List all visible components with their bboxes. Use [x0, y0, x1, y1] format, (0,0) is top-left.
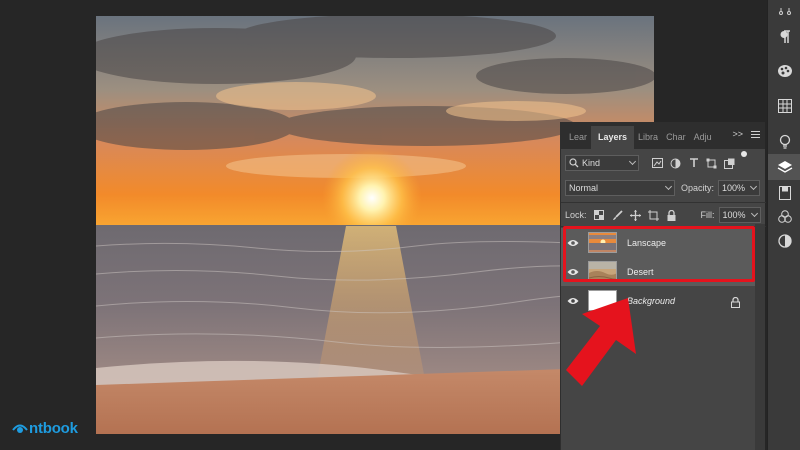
tab-layers[interactable]: Layers: [591, 126, 635, 149]
filter-kind-label: Kind: [582, 158, 601, 168]
panel-tab-bar: Lear Layers Libra Char Adju >>: [561, 122, 765, 149]
tab-overflow-button[interactable]: >>: [732, 129, 743, 139]
panel-divider: [561, 202, 766, 203]
annotation-arrow-icon: [566, 298, 636, 386]
lock-artboard-icon[interactable]: [647, 209, 660, 222]
annotation-highlight-box: [563, 226, 755, 282]
lock-transparent-icon[interactable]: [593, 209, 606, 222]
lock-brush-icon[interactable]: [611, 209, 624, 222]
lightbulb-icon[interactable]: [768, 129, 800, 155]
filter-toggle-dot[interactable]: [741, 150, 747, 157]
filter-smart-object-icon[interactable]: [723, 157, 736, 170]
layers-icon[interactable]: [768, 154, 800, 180]
filter-pixel-icon[interactable]: [651, 157, 664, 170]
fill-input[interactable]: 100%: [718, 207, 761, 223]
lock-all-icon[interactable]: [665, 209, 678, 222]
filter-type-icon[interactable]: [687, 157, 700, 170]
adjustments-icon[interactable]: [768, 228, 800, 254]
opacity-value: 100%: [722, 183, 746, 193]
right-toolbar: [767, 0, 800, 450]
paragraph-icon[interactable]: [768, 24, 800, 50]
watermark-eye-icon: [12, 424, 28, 433]
graph-icon[interactable]: [768, 0, 800, 26]
tab-libraries[interactable]: Libra: [634, 126, 662, 149]
filter-adjustment-icon[interactable]: [669, 157, 682, 170]
lock-icons: [593, 209, 683, 222]
fill-label: Fill:: [700, 210, 715, 220]
opacity-input[interactable]: 100%: [718, 180, 761, 196]
blend-mode-value: Normal: [569, 183, 599, 193]
fill-value: 100%: [722, 210, 746, 220]
layers-scrollbar[interactable]: [755, 224, 765, 450]
filter-kind-select[interactable]: Kind: [565, 155, 639, 171]
palette-icon[interactable]: [768, 58, 800, 84]
filter-row: Kind: [565, 150, 770, 171]
lock-move-icon[interactable]: [629, 209, 642, 222]
layer-lock-icon: [731, 295, 740, 313]
opacity-label: Opacity:: [681, 183, 715, 193]
watermark-logo: ntbook: [12, 420, 78, 437]
search-icon: [569, 158, 579, 168]
blend-row: Normal Opacity: 100%: [565, 180, 770, 196]
grid-icon[interactable]: [768, 93, 800, 119]
filter-icons: [651, 150, 747, 170]
panel-menu-icon[interactable]: [751, 131, 760, 140]
blend-mode-select[interactable]: Normal: [565, 180, 675, 196]
tab-adjustments[interactable]: Adju: [690, 126, 716, 149]
tab-character[interactable]: Char: [662, 126, 690, 149]
filter-shape-icon[interactable]: [705, 157, 718, 170]
watermark-text: ntbook: [29, 420, 78, 437]
lock-label: Lock:: [565, 210, 587, 220]
tab-learn[interactable]: Lear: [565, 126, 591, 149]
gradient-icon[interactable]: [768, 204, 800, 230]
libraries-icon[interactable]: [768, 180, 800, 206]
layers-panel: Lear Layers Libra Char Adju >> Kind Norm…: [560, 122, 766, 450]
lock-row: Lock: Fill: 100%: [565, 207, 770, 223]
